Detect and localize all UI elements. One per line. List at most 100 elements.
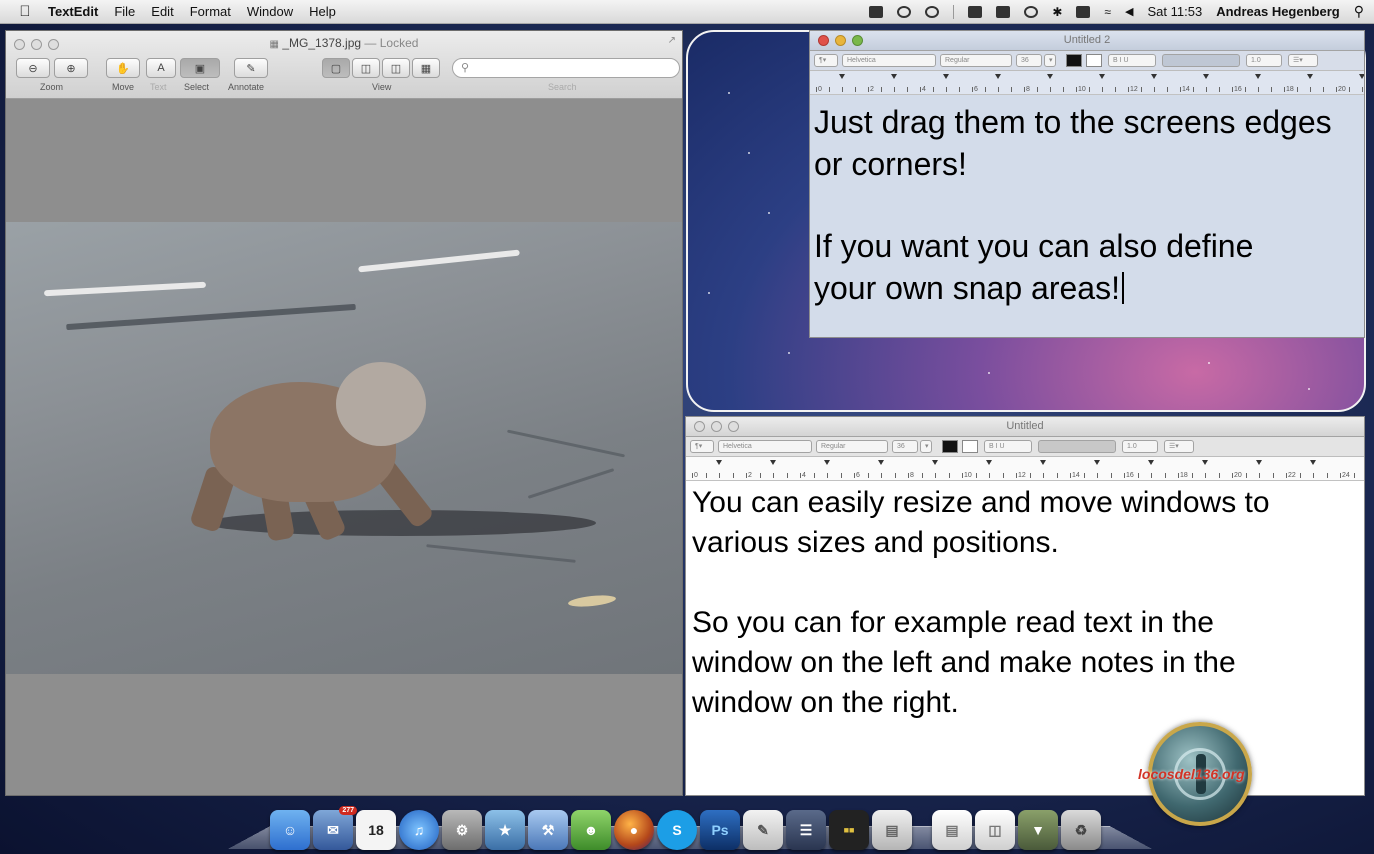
ruler[interactable]: 0 2 4 6 8 10 12 14 16 18 20 [810, 71, 1364, 95]
skype-icon[interactable]: S [657, 810, 697, 850]
file-stack-icon[interactable]: ◫ [975, 810, 1015, 850]
console-icon[interactable]: ■■ [829, 810, 869, 850]
preview-app-icon[interactable]: ★ [485, 810, 525, 850]
tab-stop-marker[interactable] [1364, 460, 1365, 465]
tab-stop-marker[interactable] [1307, 74, 1313, 79]
text-color-well[interactable] [942, 440, 958, 453]
tab-stop-marker[interactable] [839, 74, 845, 79]
tab-stop-marker[interactable] [716, 460, 722, 465]
mail-icon[interactable]: ✉ 277 [313, 806, 357, 850]
annotate-button[interactable]: ✎ [234, 58, 268, 78]
documents-stack-icon[interactable]: ▤ [932, 810, 972, 850]
tab-stop-marker[interactable] [1040, 460, 1046, 465]
battery-icon[interactable] [1076, 5, 1091, 18]
tab-stop-marker[interactable] [1203, 74, 1209, 79]
bold-italic-underline-buttons[interactable]: B I U [984, 440, 1032, 453]
menu-format[interactable]: Format [182, 4, 239, 19]
tab-stop-marker[interactable] [1310, 460, 1316, 465]
preview-titlebar[interactable]: ▦ _MG_1378.jpg — Locked ↗ ⊖ ⊕ ✋ A ▣ ✎ ▢ … [6, 31, 682, 99]
tab-stop-marker[interactable] [1151, 74, 1157, 79]
tab-stop-marker[interactable] [1359, 74, 1364, 79]
textedit-titlebar[interactable]: Untitled [686, 417, 1364, 437]
menu-app-name[interactable]: TextEdit [40, 4, 106, 19]
view-grid-button[interactable]: ▦ [412, 58, 440, 78]
apple-icon[interactable]:  [10, 3, 40, 20]
textedit-app-icon[interactable]: ✎ [743, 810, 783, 850]
tab-stop-marker[interactable] [1094, 460, 1100, 465]
downloads-stack-icon[interactable]: ▼ [1018, 810, 1058, 850]
bold-italic-underline-buttons[interactable]: B I U [1108, 54, 1156, 67]
menu-clock[interactable]: Sat 11:53 [1147, 4, 1202, 19]
text-color-well[interactable] [1066, 54, 1082, 67]
font-size-field[interactable]: 36 [892, 440, 918, 453]
paragraph-style-popup[interactable]: ¶▾ [814, 54, 838, 67]
zoom-out-button[interactable]: ⊖ [16, 58, 50, 78]
line-spacing-popup[interactable]: 1.0 [1122, 440, 1158, 453]
activity-monitor-icon[interactable]: ☰ [786, 810, 826, 850]
list-popup[interactable]: ☰▾ [1288, 54, 1318, 67]
menu-edit[interactable]: Edit [143, 4, 181, 19]
search-input[interactable]: ⚲ [452, 58, 680, 78]
image-canvas[interactable] [6, 100, 682, 795]
text-tool-button[interactable]: A [146, 58, 176, 78]
tab-stop-marker[interactable] [932, 460, 938, 465]
alignment-buttons[interactable] [1162, 54, 1240, 67]
ruler[interactable]: 0 2 4 6 8 10 12 14 16 18 20 22 24 [686, 457, 1364, 481]
monitor-icon[interactable] [996, 5, 1011, 18]
menu-file[interactable]: File [106, 4, 143, 19]
time-machine-icon[interactable] [897, 5, 912, 18]
clock-icon[interactable] [1024, 5, 1039, 18]
menu-user[interactable]: Andreas Hegenberg [1216, 4, 1340, 19]
font-family-popup[interactable]: Helvetica [842, 54, 936, 67]
applications-stack-icon[interactable]: ▤ [872, 810, 912, 850]
paragraph-style-popup[interactable]: ¶▾ [690, 440, 714, 453]
menu-help[interactable]: Help [301, 4, 344, 19]
wifi-icon[interactable]: ≈ [1104, 5, 1111, 19]
highlight-color-well[interactable] [1086, 54, 1102, 67]
display-icon[interactable] [968, 5, 983, 18]
tab-stop-marker[interactable] [1202, 460, 1208, 465]
tab-stop-marker[interactable] [824, 460, 830, 465]
textedit-titlebar[interactable]: Untitled 2 [810, 31, 1364, 51]
sync-icon[interactable] [925, 5, 940, 18]
text-document[interactable]: You can easily resize and move windows t… [686, 481, 1364, 723]
tab-stop-marker[interactable] [878, 460, 884, 465]
system-preferences-icon[interactable]: ⚙ [442, 810, 482, 850]
tab-stop-marker[interactable] [1047, 74, 1053, 79]
calendar-icon[interactable]: 18 [356, 810, 396, 850]
tab-stop-marker[interactable] [891, 74, 897, 79]
spotlight-icon[interactable]: ⚲ [1354, 3, 1364, 20]
adium-icon[interactable]: ☻ [571, 810, 611, 850]
font-style-popup[interactable]: Regular [940, 54, 1012, 67]
view-thumbnails-button[interactable]: ◫ [352, 58, 380, 78]
xcode-icon[interactable]: ⚒ [528, 810, 568, 850]
alignment-buttons[interactable] [1038, 440, 1116, 453]
tab-stop-marker[interactable] [1148, 460, 1154, 465]
zoom-in-button[interactable]: ⊕ [54, 58, 88, 78]
view-single-button[interactable]: ▢ [322, 58, 350, 78]
font-style-popup[interactable]: Regular [816, 440, 888, 453]
firefox-icon[interactable]: ● [614, 810, 654, 850]
text-document[interactable]: Just drag them to the screens edges or c… [810, 95, 1364, 309]
select-tool-button[interactable]: ▣ [180, 58, 220, 78]
finder-icon[interactable]: ☺ [270, 810, 310, 850]
font-size-stepper[interactable]: ▾ [1044, 54, 1056, 67]
font-size-field[interactable]: 36 [1016, 54, 1042, 67]
tab-stop-marker[interactable] [770, 460, 776, 465]
menu-window[interactable]: Window [239, 4, 301, 19]
list-popup[interactable]: ☰▾ [1164, 440, 1194, 453]
tab-stop-marker[interactable] [1256, 460, 1262, 465]
tab-stop-marker[interactable] [986, 460, 992, 465]
tab-stop-marker[interactable] [1255, 74, 1261, 79]
trash-icon[interactable]: ♻ [1061, 810, 1101, 850]
line-spacing-popup[interactable]: 1.0 [1246, 54, 1282, 67]
font-size-stepper[interactable]: ▾ [920, 440, 932, 453]
menu-extra-icon[interactable] [869, 5, 884, 18]
itunes-icon[interactable]: ♫ [399, 810, 439, 850]
font-family-popup[interactable]: Helvetica [718, 440, 812, 453]
tab-stop-marker[interactable] [1099, 74, 1105, 79]
view-contact-button[interactable]: ◫ [382, 58, 410, 78]
photoshop-icon[interactable]: Ps [700, 810, 740, 850]
volume-icon[interactable]: ◀ [1125, 5, 1133, 18]
tab-stop-marker[interactable] [995, 74, 1001, 79]
